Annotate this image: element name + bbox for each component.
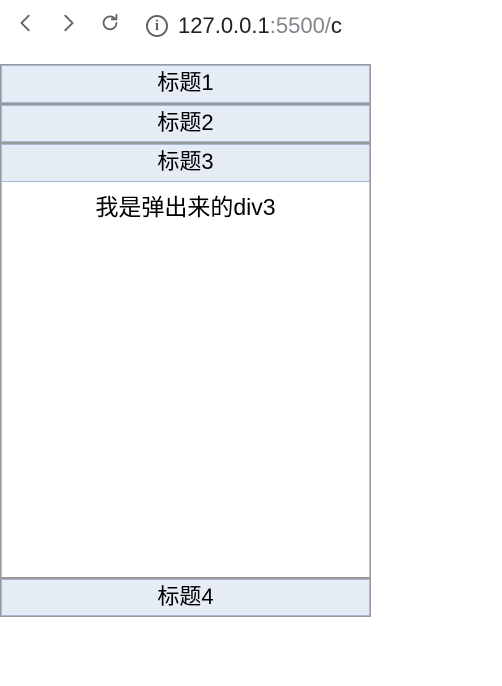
url-port: :5500/ bbox=[270, 13, 331, 38]
browser-toolbar: i 127.0.0.1:5500/c bbox=[0, 0, 502, 52]
accordion-item-1: 标题1 bbox=[1, 65, 370, 103]
forward-button[interactable] bbox=[50, 8, 86, 44]
accordion-item-3: 标题3 我是弹出来的div3 bbox=[1, 142, 370, 577]
forward-icon bbox=[57, 12, 79, 40]
accordion-header-4[interactable]: 标题4 bbox=[1, 579, 370, 617]
url-host: 127.0.0.1 bbox=[178, 13, 270, 38]
url-tail: c bbox=[331, 13, 342, 38]
page-content: 标题1 标题2 标题3 我是弹出来的div3 标题4 bbox=[0, 64, 502, 617]
accordion-header-2[interactable]: 标题2 bbox=[1, 105, 370, 143]
site-info-icon[interactable]: i bbox=[146, 15, 168, 37]
address-bar[interactable]: i 127.0.0.1:5500/c bbox=[146, 13, 342, 39]
accordion-item-2: 标题2 bbox=[1, 103, 370, 143]
accordion-panel-3: 我是弹出来的div3 bbox=[1, 182, 370, 577]
accordion: 标题1 标题2 标题3 我是弹出来的div3 标题4 bbox=[0, 64, 371, 617]
reload-icon bbox=[99, 12, 121, 40]
back-icon bbox=[15, 12, 37, 40]
url-text: 127.0.0.1:5500/c bbox=[178, 13, 342, 39]
accordion-header-3[interactable]: 标题3 bbox=[1, 144, 370, 182]
accordion-item-4: 标题4 bbox=[1, 577, 370, 617]
accordion-header-1[interactable]: 标题1 bbox=[1, 65, 370, 103]
back-button[interactable] bbox=[8, 8, 44, 44]
reload-button[interactable] bbox=[92, 8, 128, 44]
